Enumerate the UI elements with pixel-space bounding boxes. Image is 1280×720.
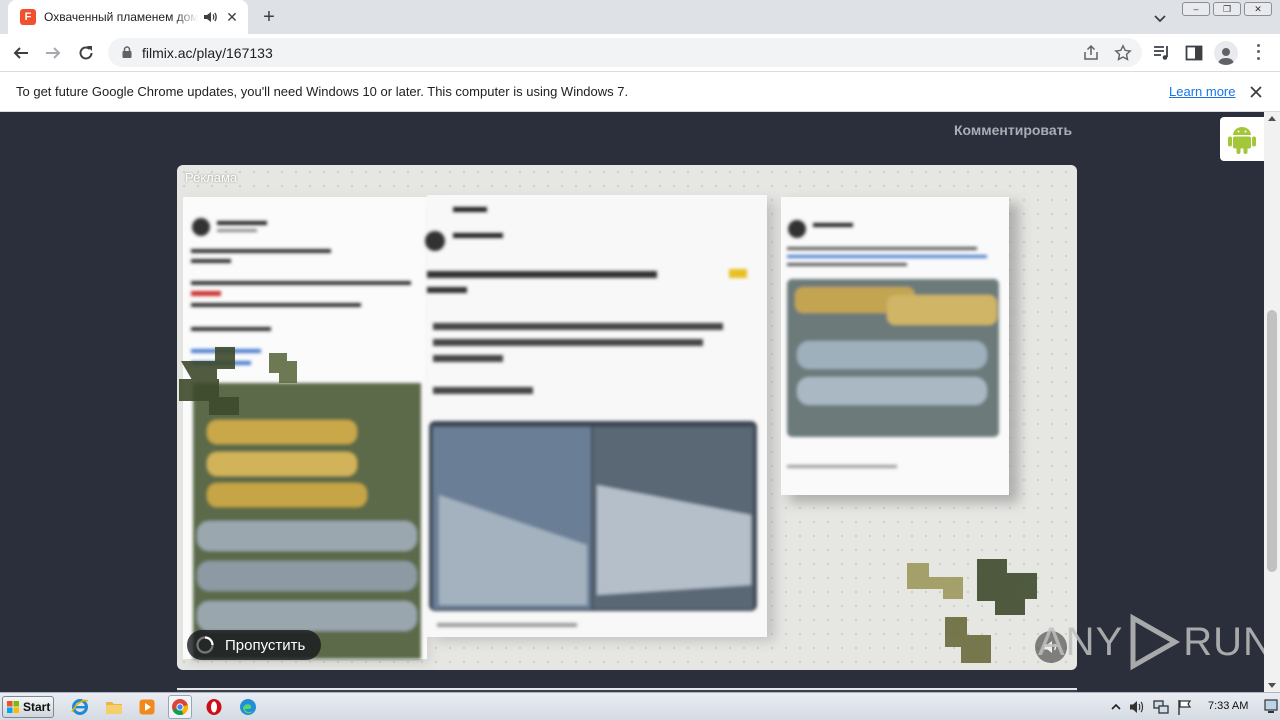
share-icon[interactable]: [1082, 44, 1100, 62]
show-desktop-icon[interactable]: [1264, 697, 1278, 715]
address-bar[interactable]: filmix.ac/play/167133: [108, 38, 1142, 67]
show-hidden-icons-icon[interactable]: [1110, 699, 1122, 715]
internet-explorer-taskbar-icon[interactable]: [68, 695, 92, 719]
side-panel-icon[interactable]: [1184, 43, 1204, 63]
infobar-close-icon[interactable]: [1248, 84, 1264, 100]
taskbar-clock[interactable]: 7:33 AM: [1208, 700, 1248, 712]
browser-toolbar: filmix.ac/play/167133: [0, 34, 1280, 71]
tab-strip: F Охваченный пламенем дом Ма ✕ + – ❐ ✕: [0, 0, 1280, 34]
new-tab-button[interactable]: +: [258, 6, 280, 28]
lock-icon[interactable]: [120, 45, 134, 59]
anyrun-watermark: ANY RUN: [1038, 612, 1273, 672]
tab-close-icon[interactable]: ✕: [224, 9, 240, 25]
skip-ad-button[interactable]: Пропустить: [187, 630, 321, 660]
forward-arrow-icon: [46, 47, 61, 59]
media-player-taskbar-icon[interactable]: [135, 695, 159, 719]
back-button[interactable]: [8, 40, 34, 66]
edge-taskbar-icon[interactable]: [236, 695, 260, 719]
action-center-flag-icon[interactable]: [1176, 699, 1194, 715]
minimize-button[interactable]: –: [1182, 2, 1210, 16]
scroll-down-arrow-icon[interactable]: [1268, 683, 1276, 688]
loading-spinner-icon: [196, 636, 214, 654]
tab-title: Охваченный пламенем дом Ма: [44, 10, 198, 24]
network-tray-icon[interactable]: [1152, 699, 1170, 715]
page-scrollbar[interactable]: [1264, 112, 1280, 692]
tab-search-chevron-icon[interactable]: [1150, 8, 1170, 28]
scroll-up-arrow-icon[interactable]: [1268, 116, 1276, 121]
update-infobar: To get future Google Chrome updates, you…: [0, 71, 1280, 112]
chrome-taskbar-icon[interactable]: [168, 695, 192, 719]
windows-taskbar: Start 7:33 AM: [0, 692, 1280, 720]
close-window-button[interactable]: ✕: [1244, 2, 1272, 16]
restore-button[interactable]: ❐: [1213, 2, 1241, 16]
android-app-button[interactable]: [1220, 117, 1264, 161]
browser-tab[interactable]: F Охваченный пламенем дом Ма ✕: [8, 0, 248, 34]
page-viewport: Комментировать Реклама Пропустить: [0, 112, 1264, 692]
windows-logo-icon: [7, 701, 19, 713]
person-icon: [1218, 48, 1234, 65]
opera-taskbar-icon[interactable]: [202, 695, 226, 719]
media-control-icon[interactable]: [1152, 43, 1172, 63]
profile-avatar[interactable]: [1214, 41, 1238, 65]
skip-ad-label: Пропустить: [225, 636, 306, 654]
start-label: Start: [23, 700, 51, 714]
forward-button[interactable]: [40, 40, 66, 66]
watermark-left-text: ANY: [1038, 619, 1124, 664]
window-controls: – ❐ ✕: [1179, 2, 1272, 16]
reload-icon: [79, 46, 93, 60]
ad-label: Реклама: [185, 170, 238, 185]
play-logo-icon: [1130, 613, 1181, 671]
url-text: filmix.ac/play/167133: [142, 45, 273, 61]
reload-button[interactable]: [73, 40, 99, 66]
android-icon: [1228, 127, 1256, 154]
infobar-message: To get future Google Chrome updates, you…: [16, 84, 629, 99]
chrome-menu-button[interactable]: [1250, 42, 1266, 62]
watermark-right-text: RUN: [1183, 619, 1273, 664]
start-button[interactable]: Start: [2, 696, 54, 718]
comment-link[interactable]: Комментировать: [954, 122, 1072, 138]
filmix-favicon-icon: F: [20, 9, 36, 25]
volume-tray-icon[interactable]: [1128, 699, 1146, 715]
scrollbar-thumb[interactable]: [1267, 310, 1277, 572]
learn-more-link[interactable]: Learn more: [1169, 84, 1235, 99]
file-explorer-taskbar-icon[interactable]: [102, 695, 126, 719]
ad-video-frame: [179, 195, 1037, 663]
audio-playing-icon[interactable]: [202, 9, 218, 25]
video-player[interactable]: Реклама Пропустить: [177, 165, 1077, 670]
back-arrow-icon: [13, 47, 28, 59]
bookmark-star-icon[interactable]: [1114, 44, 1132, 62]
